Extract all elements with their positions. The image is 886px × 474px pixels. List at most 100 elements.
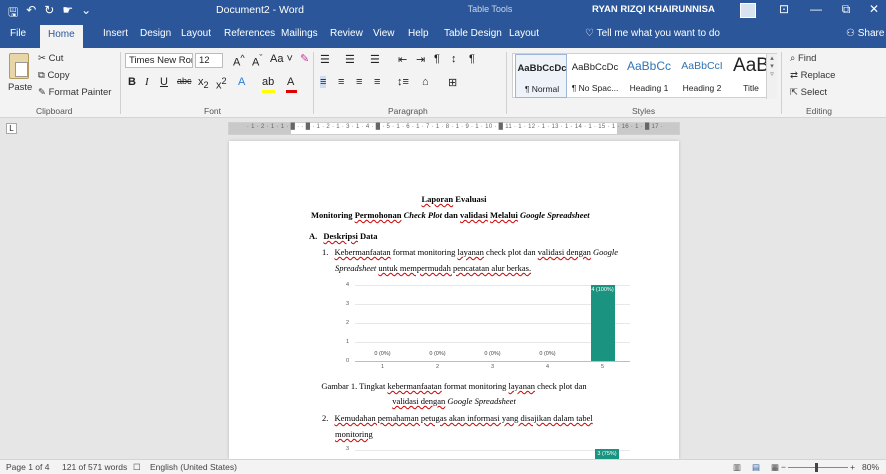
tab-home[interactable]: Home xyxy=(40,25,83,48)
word-count[interactable]: 121 of 571 words xyxy=(62,462,127,472)
title-word: Evaluasi xyxy=(455,194,487,204)
borders-icon[interactable]: ⊞ xyxy=(448,76,457,89)
justify-icon[interactable]: ≡ xyxy=(374,76,380,88)
tab-insert[interactable]: Insert xyxy=(103,28,128,39)
zoom-slider[interactable] xyxy=(788,467,848,468)
strikethrough-icon[interactable]: abc xyxy=(177,76,192,86)
tell-me-box[interactable]: ♡ Tell me what you want to do xyxy=(585,28,720,39)
numbering-icon[interactable]: ☰ xyxy=(345,53,355,66)
replace-button[interactable]: ⇄ Replace xyxy=(790,70,835,81)
align-left-icon[interactable]: ≡ xyxy=(320,76,327,88)
shading-icon[interactable]: ⌂ xyxy=(422,76,429,88)
multilevel-list-icon[interactable]: ☰ xyxy=(370,53,380,66)
paste-button[interactable]: Paste xyxy=(8,82,32,93)
tab-view[interactable]: View xyxy=(373,28,395,39)
proofing-icon[interactable]: ☐ xyxy=(133,462,141,473)
show-marks-icon[interactable]: ¶ xyxy=(469,53,475,65)
text-run: check plot dan xyxy=(537,381,587,391)
group-divider xyxy=(313,52,314,114)
zoom-slider-thumb[interactable] xyxy=(815,463,818,472)
style-heading-1[interactable]: AaBbCc Heading 1 xyxy=(623,54,675,98)
copy-label: Copy xyxy=(47,70,70,81)
horizontal-ruler[interactable]: · 1 · 2 · 1 · 1 · █ · · █ · 1 · 2 · 1 · … xyxy=(228,122,680,135)
decrease-indent-icon[interactable]: ⇤ xyxy=(398,53,407,66)
print-layout-icon[interactable]: ▤ xyxy=(752,462,760,473)
x-tick-label: 5 xyxy=(600,364,605,370)
web-layout-icon[interactable]: ▦ xyxy=(771,462,779,473)
bold-icon[interactable]: B xyxy=(128,76,136,88)
tab-references[interactable]: References xyxy=(224,28,275,39)
style-heading-2[interactable]: AaBbCcI Heading 2 xyxy=(676,54,728,98)
tab-help[interactable]: Help xyxy=(408,28,429,39)
underline-icon[interactable]: U xyxy=(160,76,168,88)
title-word: Laporan xyxy=(421,194,454,204)
person-icon: ⚇ xyxy=(846,28,858,39)
ltr-icon[interactable]: ¶ xyxy=(434,53,440,65)
font-size-input[interactable]: 12 xyxy=(195,53,223,68)
tab-layout[interactable]: Layout xyxy=(181,28,211,39)
format-painter-button[interactable]: ✎ Format Painter xyxy=(38,87,111,98)
cut-button[interactable]: ✂ Cut xyxy=(38,53,63,64)
bar-chart[interactable]: 0 1 2 3 4 1 0 (0%) 2 0 (0%) 3 0 (0%) 4 0 (0%) 5 4 (100… xyxy=(337,281,635,371)
change-case-icon[interactable]: Aa ˅ xyxy=(270,53,293,65)
font-name-input[interactable]: Times New Roma xyxy=(125,53,193,68)
tab-table-design[interactable]: Table Design xyxy=(444,28,502,39)
italic-icon[interactable]: I xyxy=(145,76,149,88)
styles-scroll[interactable]: ▴ ▾ ▿ xyxy=(766,54,777,99)
share-button[interactable]: ⚇ Share xyxy=(846,28,884,39)
lightbulb-icon: ♡ xyxy=(585,28,597,39)
find-button[interactable]: ⌕ Find xyxy=(790,53,816,64)
text-run: check plot dan xyxy=(486,247,536,257)
clear-format-icon[interactable]: ✎ xyxy=(300,52,309,65)
increase-indent-icon[interactable]: ⇥ xyxy=(416,53,425,66)
style-normal[interactable]: AaBbCcDc ¶ Normal xyxy=(515,54,567,98)
tab-mailings[interactable]: Mailings xyxy=(281,28,318,39)
style-no-spacing[interactable]: AaBbCcDc ¶ No Spac... xyxy=(569,54,621,98)
ribbon-display-icon[interactable]: ⊡ xyxy=(774,2,794,16)
tab-design[interactable]: Design xyxy=(140,28,171,39)
subtitle-word: Google Spreadsheet xyxy=(520,210,590,220)
align-right-icon[interactable]: ≡ xyxy=(356,76,362,88)
tab-selector[interactable]: L xyxy=(6,123,17,134)
avatar[interactable] xyxy=(740,3,756,18)
subscript-icon[interactable]: x2 xyxy=(198,76,209,90)
close-icon[interactable]: ✕ xyxy=(864,2,884,16)
highlight-icon[interactable]: ab xyxy=(262,76,274,88)
language-indicator[interactable]: English (United States) xyxy=(150,462,237,472)
text-run: Kebermanfaatan xyxy=(334,247,391,257)
line-spacing-icon[interactable]: ↕≡ xyxy=(397,76,409,88)
text-run: layanan xyxy=(508,381,535,391)
zoom-out-icon[interactable]: − xyxy=(781,462,786,472)
user-name[interactable]: RYAN RIZQI KHAIRUNNISA xyxy=(592,4,715,15)
section-marker: A. xyxy=(309,231,318,241)
cut-label: Cut xyxy=(48,53,64,64)
select-button[interactable]: ⇱ Select xyxy=(790,87,827,98)
ruler-row: L · 1 · 2 · 1 · 1 · █ · · █ · 1 · 2 · 1 … xyxy=(0,118,886,140)
font-color-icon[interactable]: A xyxy=(287,76,294,88)
page-count[interactable]: Page 1 of 4 xyxy=(6,462,49,472)
bullets-icon[interactable]: ☰ xyxy=(320,53,330,66)
zoom-level[interactable]: 80% xyxy=(862,462,879,472)
align-center-icon[interactable]: ≡ xyxy=(338,76,344,88)
data-label: 4 (100%) xyxy=(591,287,614,293)
sort-icon[interactable]: ↕ xyxy=(451,53,457,65)
data-label: 0 (0%) xyxy=(484,351,501,357)
copy-button[interactable]: ⧉ Copy xyxy=(38,70,70,81)
tab-file[interactable]: File xyxy=(10,28,26,39)
minimize-icon[interactable]: — xyxy=(806,2,826,16)
bar-chart-2[interactable]: 3 3 (75%) xyxy=(337,446,635,459)
shrink-font-icon[interactable]: Aˇ xyxy=(252,53,262,69)
restore-icon[interactable]: ⧉ xyxy=(836,2,856,17)
tab-table-layout[interactable]: Layout xyxy=(509,28,539,39)
zoom-in-icon[interactable]: + xyxy=(850,462,855,472)
paste-icon[interactable] xyxy=(9,53,29,79)
grow-font-icon[interactable]: A^ xyxy=(233,53,245,69)
read-mode-icon[interactable]: ▥ xyxy=(733,462,741,473)
tab-review[interactable]: Review xyxy=(330,28,363,39)
superscript-icon[interactable]: x2 xyxy=(216,76,227,92)
text-effects-icon[interactable]: A xyxy=(238,76,245,88)
share-label: Share xyxy=(857,28,885,39)
ribbon-tabs: File Home Insert Design Layout Reference… xyxy=(0,22,886,48)
document-page[interactable]: Laporan Evaluasi Monitoring Permohonan C… xyxy=(229,141,679,459)
group-divider xyxy=(506,52,507,114)
